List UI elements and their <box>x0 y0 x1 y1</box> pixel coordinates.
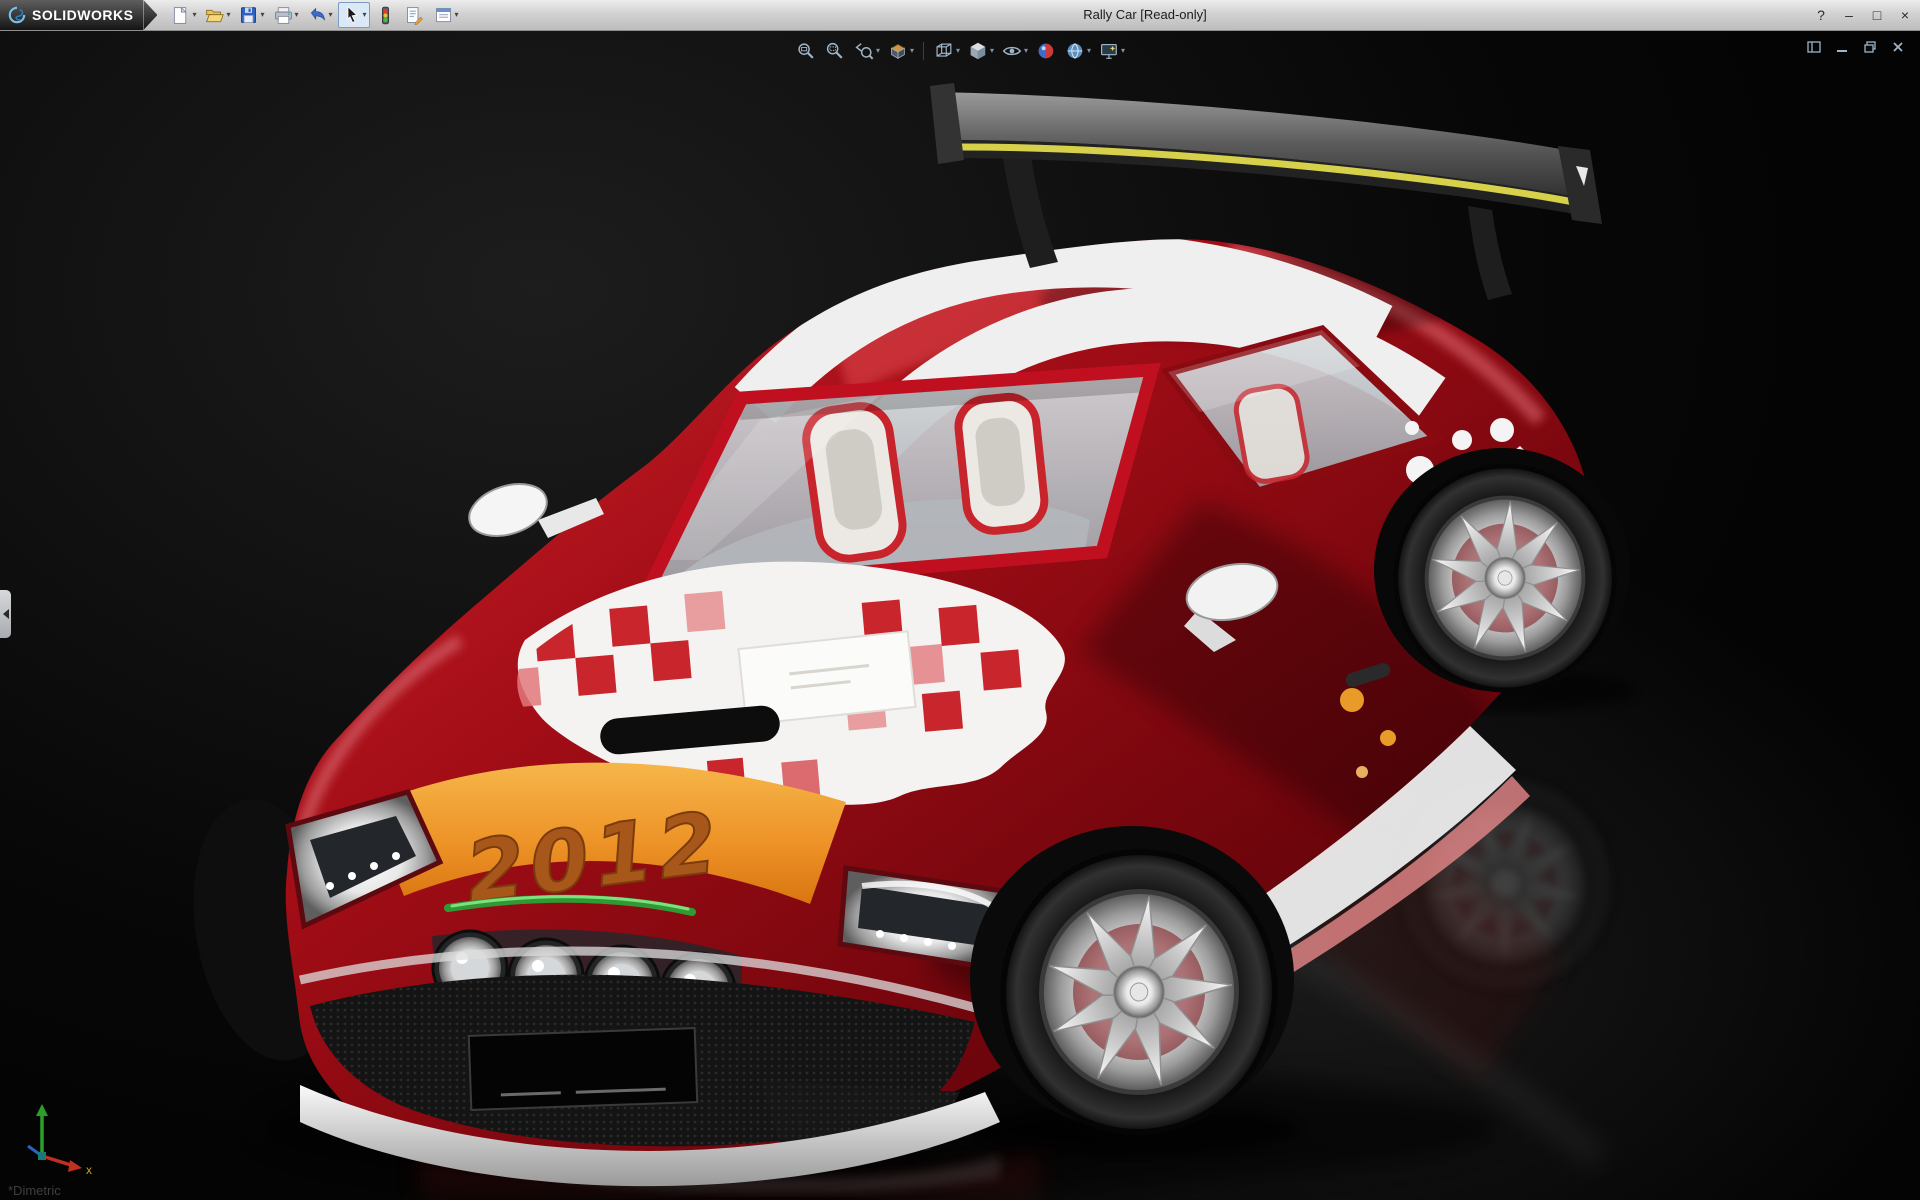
section-view-button[interactable]: ▾ <box>886 39 915 63</box>
solidworks-window: SOLIDWORKS ▾ ▾ ▾ ▾ ▾ ▾ ▾ Rally Car [Read… <box>0 0 1920 1200</box>
zoom-to-fit-button[interactable] <box>794 39 818 63</box>
file-properties-button[interactable] <box>401 2 428 28</box>
apply-scene-icon <box>1064 40 1086 62</box>
minimize-document-button[interactable] <box>1834 39 1850 55</box>
hide-show-items-icon <box>1001 40 1023 62</box>
rebuild-icon <box>375 5 396 26</box>
select-button[interactable]: ▾ <box>338 2 370 28</box>
section-view-icon <box>887 40 909 62</box>
display-style-button[interactable]: ▾ <box>966 39 995 63</box>
close-button[interactable]: × <box>1898 8 1912 22</box>
close-document-icon <box>1890 39 1906 55</box>
open-icon <box>204 5 225 26</box>
dropdown-caret-icon[interactable]: ▾ <box>226 11 230 19</box>
toolbar-separator <box>923 42 924 60</box>
help-button[interactable]: ? <box>1814 8 1828 22</box>
file-properties-icon <box>404 5 425 26</box>
options-button[interactable]: ▾ <box>430 2 462 28</box>
apply-scene-button[interactable]: ▾ <box>1063 39 1092 63</box>
triad-x-label: x <box>86 1163 92 1176</box>
dassault-3ds-icon <box>8 6 26 24</box>
dropdown-caret-icon[interactable]: ▾ <box>192 11 196 19</box>
print-icon <box>273 5 294 26</box>
rebuild-button[interactable] <box>372 2 399 28</box>
brand-text: SOLIDWORKS <box>32 7 133 23</box>
options-icon <box>433 5 454 26</box>
save-button[interactable]: ▾ <box>235 2 267 28</box>
close-document-button[interactable] <box>1890 39 1906 55</box>
dropdown-caret-icon[interactable]: ▾ <box>295 11 299 19</box>
edit-appearance-icon <box>1035 40 1057 62</box>
print-button[interactable]: ▾ <box>270 2 302 28</box>
view-settings-icon <box>1098 40 1120 62</box>
dropdown-caret-icon[interactable]: ▾ <box>1087 47 1091 55</box>
menu-expand-arrow[interactable] <box>143 0 157 30</box>
passenger-seat <box>956 394 1047 533</box>
view-orientation-button[interactable]: ▾ <box>932 39 961 63</box>
dropdown-caret-icon[interactable]: ▾ <box>455 11 459 19</box>
dropdown-caret-icon[interactable]: ▾ <box>990 47 994 55</box>
3d-model-rally-car[interactable]: 2012 <box>0 30 1920 1200</box>
restore-document-icon <box>1862 39 1878 55</box>
zoom-to-area-button[interactable] <box>823 39 847 63</box>
previous-view-button[interactable]: ▾ <box>852 39 881 63</box>
window-controls: ? – □ × <box>1814 0 1912 30</box>
menu-bar: SOLIDWORKS ▾ ▾ ▾ ▾ ▾ ▾ ▾ Rally Car [Read… <box>0 0 1920 31</box>
dropdown-caret-icon[interactable]: ▾ <box>876 47 880 55</box>
minimize-button[interactable]: – <box>1842 8 1856 22</box>
license-plate <box>469 1028 697 1110</box>
dropdown-caret-icon[interactable]: ▾ <box>956 47 960 55</box>
graphics-area[interactable]: 2012 <box>0 30 1920 1200</box>
dropdown-caret-icon[interactable]: ▾ <box>910 47 914 55</box>
save-icon <box>238 5 259 26</box>
undo-button[interactable]: ▾ <box>304 2 336 28</box>
collapse-arrow-icon <box>3 609 9 619</box>
reference-triad: x <box>16 1098 102 1176</box>
view-orientation-icon <box>933 40 955 62</box>
edit-appearance-button[interactable] <box>1034 39 1058 63</box>
zoom-to-area-icon <box>824 40 846 62</box>
display-style-icon <box>967 40 989 62</box>
document-title: Rally Car [Read-only] <box>1083 0 1207 30</box>
hide-show-items-button[interactable]: ▾ <box>1000 39 1029 63</box>
dropdown-caret-icon[interactable]: ▾ <box>329 11 333 19</box>
view-orientation-label: *Dimetric <box>8 1183 61 1198</box>
previous-view-icon <box>853 40 875 62</box>
dropdown-caret-icon[interactable]: ▾ <box>260 11 264 19</box>
dropdown-caret-icon[interactable]: ▾ <box>1024 47 1028 55</box>
pane-display-icon <box>1806 39 1822 55</box>
new-document-button[interactable]: ▾ <box>167 2 199 28</box>
heads-up-view-toolbar: ▾ ▾ ▾ ▾ ▾ ▾ ▾ <box>794 39 1126 63</box>
dropdown-caret-icon[interactable]: ▾ <box>1121 47 1125 55</box>
maximize-button[interactable]: □ <box>1870 8 1884 22</box>
feature-tree-collapse-handle[interactable] <box>0 590 11 638</box>
dropdown-caret-icon[interactable]: ▾ <box>363 11 367 19</box>
open-button[interactable]: ▾ <box>201 2 233 28</box>
minimize-document-icon <box>1834 39 1850 55</box>
select-cursor-icon <box>341 5 362 26</box>
solidworks-logo: SOLIDWORKS <box>0 0 143 30</box>
undo-icon <box>307 5 328 26</box>
pane-display-button[interactable] <box>1806 39 1822 55</box>
main-toolbar: ▾ ▾ ▾ ▾ ▾ ▾ ▾ <box>167 2 461 28</box>
new-document-icon <box>170 5 191 26</box>
restore-document-button[interactable] <box>1862 39 1878 55</box>
document-window-controls <box>1806 39 1906 55</box>
view-settings-button[interactable]: ▾ <box>1097 39 1126 63</box>
zoom-to-fit-icon <box>795 40 817 62</box>
